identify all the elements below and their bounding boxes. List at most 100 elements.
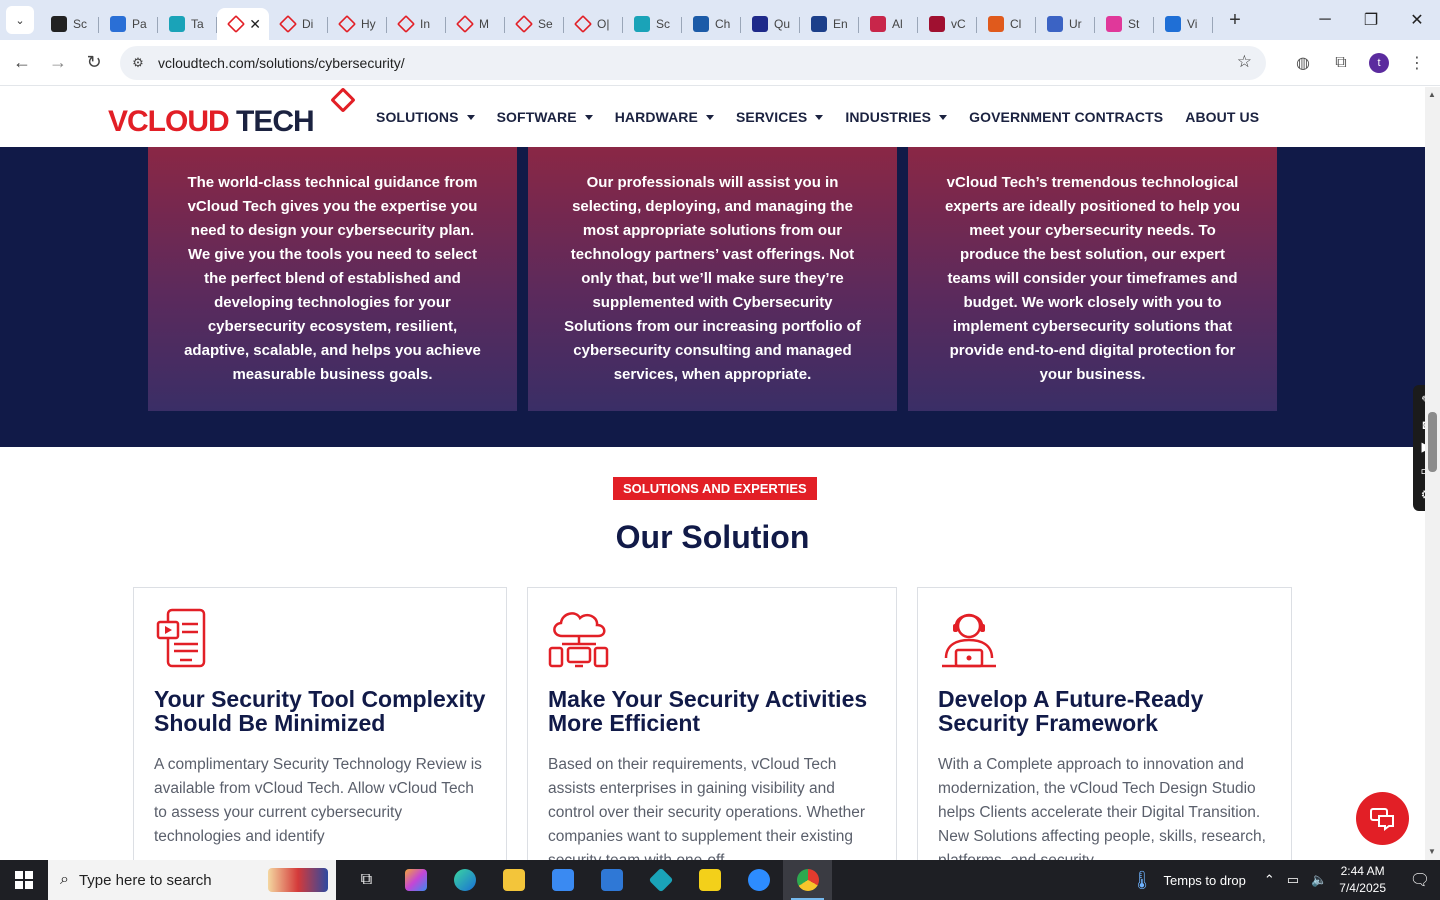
app-icon[interactable] (636, 860, 685, 900)
new-tab-button[interactable]: + (1221, 9, 1249, 32)
mail-icon[interactable] (587, 860, 636, 900)
feature-card: Our professionals will assist you in sel… (528, 147, 897, 411)
tab-close-icon[interactable]: ✕ (249, 16, 261, 33)
browser-tab[interactable]: Hy (328, 8, 387, 40)
browser-tab[interactable]: Al (859, 8, 918, 40)
edge-icon[interactable] (440, 860, 489, 900)
store-icon[interactable] (538, 860, 587, 900)
weather-widget[interactable]: 🌡 Temps to drop (1131, 870, 1246, 891)
chrome-icon[interactable] (783, 860, 832, 900)
tab-label: Al (892, 17, 903, 31)
browser-tab[interactable]: vC (918, 8, 977, 40)
sticky-notes-icon[interactable] (685, 860, 734, 900)
solution-card: Develop A Future-Ready Security Framewor… (917, 587, 1292, 860)
tab-label: Ur (1069, 17, 1082, 31)
site-settings-icon[interactable]: ⚙ (124, 49, 152, 77)
tab-active[interactable]: ✕ (217, 8, 269, 40)
back-icon[interactable]: ← (4, 45, 40, 81)
favicon-icon (110, 16, 126, 32)
tablet-document-icon (156, 608, 206, 668)
page-scrollbar[interactable]: ▲ ▼ (1425, 87, 1440, 860)
tab-label: Cl (1010, 17, 1022, 31)
browser-tab[interactable]: Ta (158, 8, 217, 40)
window-controls: ─ ❐ ✕ (1302, 0, 1440, 40)
tab-label: Ch (715, 17, 731, 31)
nav-item-government-contracts[interactable]: GOVERNMENT CONTRACTS (969, 109, 1163, 125)
browser-tab[interactable]: Cl (977, 8, 1036, 40)
zoom-icon[interactable] (734, 860, 783, 900)
browser-tab[interactable]: Se (505, 8, 564, 40)
browser-tab[interactable]: O| (564, 8, 623, 40)
browser-tab[interactable]: Sc (623, 8, 682, 40)
extensions-icon[interactable]: ⧉ (1326, 46, 1356, 80)
browser-tab[interactable]: Qu (741, 8, 800, 40)
url-text[interactable]: vcloudtech.com/solutions/cybersecurity/ (158, 55, 405, 71)
logo-text-tech: TECH (228, 105, 315, 138)
feature-card-text: Our professionals will assist you in sel… (564, 174, 861, 383)
copilot-icon[interactable] (391, 860, 440, 900)
nav-item-software[interactable]: SOFTWARE (497, 109, 593, 125)
solution-card: Make Your Security Activities More Effic… (527, 587, 897, 860)
start-button[interactable] (0, 860, 48, 900)
notification-icon[interactable]: 🗨 (1400, 860, 1440, 900)
clock[interactable]: 2:44 AM 7/4/2025 (1339, 863, 1386, 897)
chevron-up-icon[interactable]: ⌃ (1264, 872, 1275, 888)
tab-label: Di (302, 17, 314, 31)
feature-card: vCloud Tech’s tremendous technological e… (908, 147, 1277, 411)
nav-item-about-us[interactable]: ABOUT US (1185, 109, 1259, 125)
reload-icon[interactable]: ↻ (76, 45, 112, 81)
favicon-icon (226, 14, 246, 34)
browser-tab[interactable]: Vi (1154, 8, 1213, 40)
scroll-thumb[interactable] (1428, 412, 1437, 472)
tab-label: St (1128, 17, 1140, 31)
search-placeholder: Type here to search (78, 871, 212, 889)
scroll-down-icon[interactable]: ▼ (1428, 847, 1436, 856)
profile-button[interactable]: t (1364, 46, 1394, 80)
restore-icon[interactable]: ❐ (1348, 0, 1394, 40)
site-logo[interactable]: VCLOUD TECH (108, 87, 356, 138)
tab-label: vC (951, 17, 966, 31)
favicon-icon (693, 16, 709, 32)
nav-item-solutions[interactable]: SOLUTIONS (376, 109, 475, 125)
windows-taskbar: ⌕ Type here to search ⧉ 🌡 Temps to drop … (0, 860, 1440, 900)
nav-item-hardware[interactable]: HARDWARE (615, 109, 714, 125)
taskbar-search[interactable]: ⌕ Type here to search (48, 860, 336, 900)
menu-icon[interactable]: ⋮ (1402, 46, 1432, 80)
tab-label: En (833, 17, 848, 31)
file-explorer-icon[interactable] (489, 860, 538, 900)
minimize-icon[interactable]: ─ (1302, 0, 1348, 40)
favicon-icon (752, 16, 768, 32)
browser-tab[interactable]: Pa (99, 8, 158, 40)
address-bar[interactable]: ⚙ vcloudtech.com/solutions/cybersecurity… (120, 46, 1266, 80)
browser-tab[interactable]: En (800, 8, 859, 40)
forward-icon[interactable]: → (40, 45, 76, 81)
tab-search-button[interactable]: ⌄ (6, 6, 34, 34)
browser-tab[interactable]: In (387, 8, 446, 40)
close-window-icon[interactable]: ✕ (1394, 0, 1440, 40)
caret-down-icon (584, 114, 593, 120)
tab-label: In (420, 17, 431, 31)
chat-button[interactable] (1356, 792, 1409, 845)
tab-label: Se (538, 17, 553, 31)
task-view-icon[interactable]: ⧉ (342, 860, 391, 900)
browser-tab[interactable]: Ur (1036, 8, 1095, 40)
nav-item-services[interactable]: SERVICES (736, 109, 824, 125)
nav-item-industries[interactable]: INDUSTRIES (845, 109, 948, 125)
solution-card-title: Develop A Future-Ready Security Framewor… (938, 686, 1204, 736)
volume-icon[interactable]: 🔈 (1311, 872, 1327, 888)
scroll-up-icon[interactable]: ▲ (1428, 90, 1436, 99)
bookmark-star-icon[interactable]: ☆ (1237, 52, 1252, 72)
browser-tab[interactable]: M (446, 8, 505, 40)
network-icon[interactable]: ▭ (1287, 872, 1299, 888)
browser-tab[interactable]: Ch (682, 8, 741, 40)
translate-icon[interactable]: ◍ (1288, 46, 1318, 80)
caret-down-icon (705, 114, 714, 120)
support-agent-icon (942, 613, 996, 668)
favicon-icon (337, 14, 357, 34)
logo-text-vcloud: VCLOUD (108, 105, 230, 138)
clock-time: 2:44 AM (1340, 864, 1385, 878)
browser-tab[interactable]: St (1095, 8, 1154, 40)
browser-tab[interactable]: Di (269, 8, 328, 40)
browser-tab[interactable]: Sc (40, 8, 99, 40)
tab-label: Pa (132, 17, 147, 31)
